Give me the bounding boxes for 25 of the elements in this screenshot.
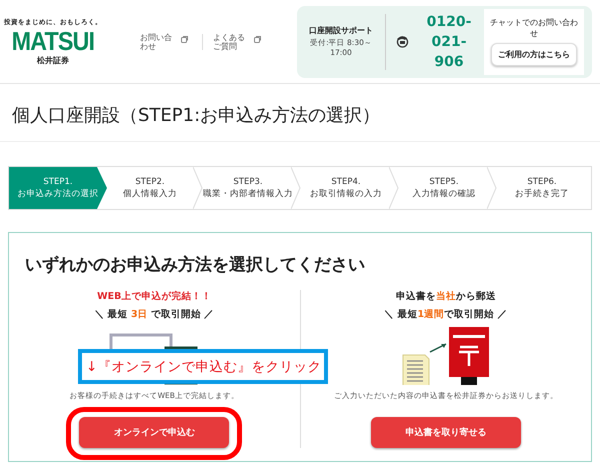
header-link[interactable]: お問い合わせ	[140, 32, 192, 50]
method-speed: ＼ 最短1週間で取引開始 ／	[384, 308, 508, 321]
company-name: 松井証券	[37, 54, 69, 66]
request-form-button[interactable]: 申込書を取り寄せる	[370, 417, 521, 448]
chat-title: チャットでのお問い合わせ	[489, 17, 579, 39]
page-title: 個人口座開設（STEP1:お申込み方法の選択）	[12, 104, 382, 127]
method-headline: 申込書を当社から郵送	[396, 290, 496, 303]
header-link[interactable]: よくあるご質問	[213, 32, 265, 50]
apply-online-button[interactable]: オンラインで申込む	[79, 417, 230, 448]
step-tab[interactable]: STEP4. お取引情報の入力	[297, 167, 395, 209]
step-tab[interactable]: STEP3. 職業・内部者情報入力	[199, 167, 297, 209]
step-tab[interactable]: STEP1. お申込み方法の選択	[9, 167, 107, 209]
support-title: 口座開設サポート	[308, 25, 374, 36]
step-tab[interactable]: STEP6. お手続き完了	[493, 167, 591, 209]
section-heading: いずれかのお申込み方法を選択してください	[25, 254, 366, 276]
method-headline: WEB上で申込が完結！！	[97, 290, 212, 303]
callout-note: ↓『オンラインで申込む』をクリック	[78, 349, 328, 384]
window-icon	[254, 36, 261, 42]
method-speed: ＼ 最短 3日 で取引開始 ／	[94, 308, 214, 321]
chat-button[interactable]: ご利用の方はこちら	[491, 43, 577, 66]
phone-number[interactable]: 0120-021-906	[417, 12, 481, 72]
logo[interactable]: MATSUI	[12, 26, 94, 54]
step-tab[interactable]: STEP5. 入力情報の確認	[395, 167, 493, 209]
phone-icon	[396, 35, 409, 48]
window-icon	[181, 36, 188, 42]
